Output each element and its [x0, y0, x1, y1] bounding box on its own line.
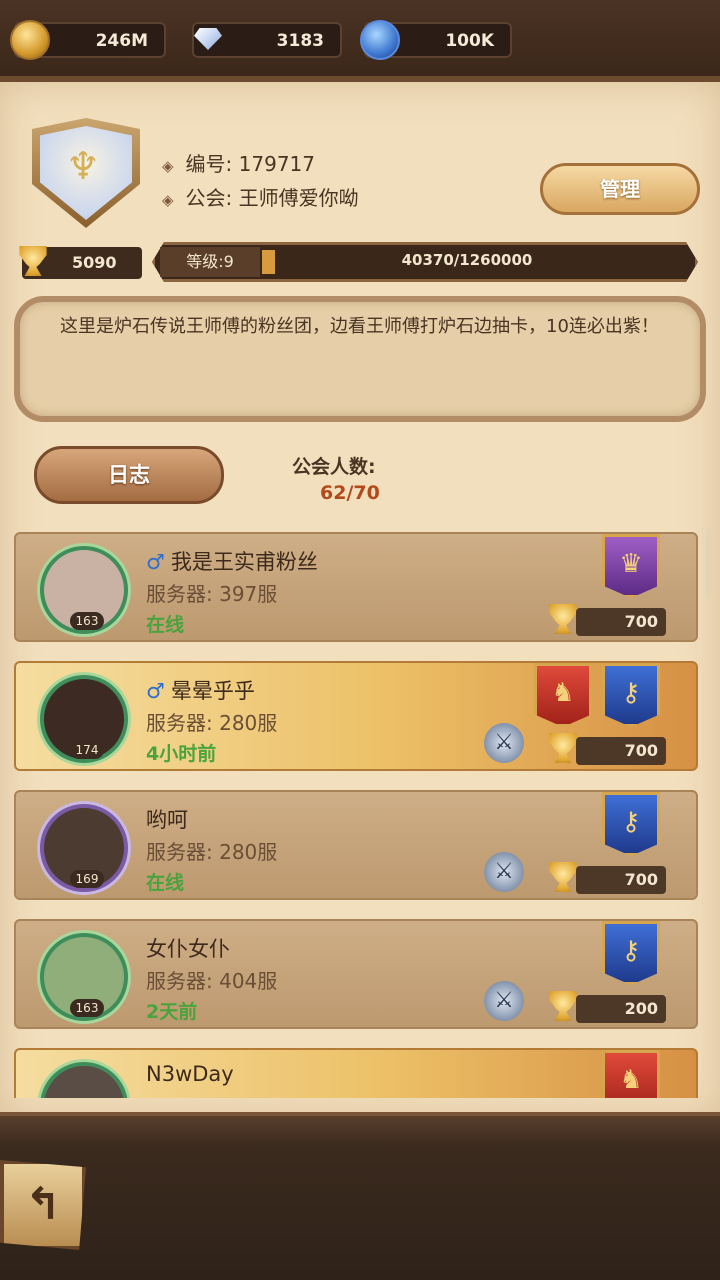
purple-banner-icon: ♛	[602, 534, 660, 598]
guild-description: 这里是炉石传说王师傅的粉丝团，边看王师傅打炉石边抽卡，10连必出紫！	[14, 296, 706, 422]
diamond-bullet-icon: ◈	[162, 191, 174, 209]
trophy-icon	[549, 862, 577, 892]
member-list-scrollbar[interactable]	[706, 528, 712, 598]
log-button[interactable]: 日志	[34, 446, 224, 504]
blue-banner-icon: ⚷	[602, 663, 660, 727]
member-list[interactable]: 163 ♂ 我是王实甫粉丝 服务器: 397服 在线 700 ♛ 174 ♂ 晕晕乎乎 服务器: 2…	[0, 528, 720, 1098]
member-row[interactable]: 174 ♂ 晕晕乎乎服务器: 280服 4小时前 700 ⚔ ♞ ⚷	[14, 661, 698, 771]
member-trophy-score: 200	[576, 995, 666, 1023]
blue-banner-icon: ⚷	[602, 921, 660, 985]
trident-icon: ♆	[66, 144, 101, 188]
member-row[interactable]: N3wDay 服务器: 397服 ♞	[14, 1048, 698, 1098]
blue-banner-icon: ⚷	[602, 792, 660, 856]
crossed-swords-icon: ⚔	[484, 723, 524, 763]
member-row[interactable]: 163 女仆女仆服务器: 404服 2天前 200 ⚔ ⚷	[14, 919, 698, 1029]
gold-counter[interactable]: 246M	[10, 20, 166, 60]
member-name: 女仆女仆	[146, 937, 230, 961]
member-name: ♂ 晕晕乎乎	[146, 679, 255, 703]
crossed-swords-icon: ⚔	[484, 852, 524, 892]
trophy-icon	[549, 991, 577, 1021]
member-status: 2天前	[146, 1001, 198, 1023]
red-banner-icon: ♞	[534, 663, 592, 727]
guild-exp-text: 40370/1260000	[401, 251, 533, 269]
diamond-bullet-icon: ◈	[162, 157, 174, 175]
gold-value: 246M	[95, 31, 148, 51]
member-level-badge: 169	[70, 870, 104, 888]
member-server: 服务器: 397服	[146, 1094, 277, 1098]
member-trophy-score: 700	[576, 737, 666, 765]
scroll-value: 100K	[445, 31, 494, 51]
member-count-value: 62/70	[320, 482, 380, 504]
member-level-badge: 174	[70, 741, 104, 759]
scroll-counter[interactable]: 100K	[360, 20, 512, 60]
member-server: 服务器: 280服	[146, 711, 278, 735]
member-server: 服务器: 280服	[146, 840, 278, 864]
trophy-icon	[549, 604, 577, 634]
guild-id: ◈ 编号: 179717	[162, 148, 315, 177]
member-row[interactable]: 169 哟呵服务器: 280服 在线 700 ⚔ ⚷	[14, 790, 698, 900]
member-trophy-score: 700	[576, 608, 666, 636]
member-status: 在线	[146, 872, 185, 894]
member-status: 4小时前	[146, 743, 217, 765]
gold-coin-icon	[10, 20, 50, 60]
member-count-label: 公会人数:	[292, 456, 376, 478]
trophy-icon	[549, 733, 577, 763]
diamond-icon	[188, 20, 228, 60]
back-button[interactable]: ↰	[0, 1160, 86, 1250]
member-status: 在线	[146, 614, 185, 636]
crossed-swords-icon: ⚔	[484, 981, 524, 1021]
member-name: N3wDay	[146, 1062, 234, 1086]
summon-scroll-icon	[360, 20, 400, 60]
male-icon: ♂	[146, 550, 165, 574]
member-server: 服务器: 397服	[146, 582, 278, 606]
member-server: 服务器: 404服	[146, 969, 278, 993]
back-arrow-icon: ↰	[24, 1179, 62, 1230]
red-banner-icon: ♞	[602, 1050, 660, 1098]
guild-id-text: 编号: 179717	[185, 152, 315, 176]
member-name: 哟呵	[146, 808, 188, 832]
male-icon: ♂	[146, 679, 165, 703]
bottom-bar	[0, 1112, 720, 1280]
member-level-badge: 163	[70, 612, 104, 630]
guild-trophy-value: 5090	[72, 253, 117, 272]
guild-level: 等级:9	[160, 247, 260, 277]
gem-value: 3183	[276, 31, 324, 51]
manage-button[interactable]: 管理	[540, 163, 700, 215]
resource-bar: 246M 3183 100K	[0, 0, 720, 82]
member-name: ♂ 我是王实甫粉丝	[146, 550, 318, 574]
gem-counter[interactable]: 3183	[192, 22, 342, 58]
guild-name: ◈ 公会: 王师傅爱你呦	[162, 182, 359, 211]
member-trophy-score: 700	[576, 866, 666, 894]
member-avatar[interactable]	[40, 1062, 128, 1098]
member-row[interactable]: 163 ♂ 我是王实甫粉丝 服务器: 397服 在线 700 ♛	[14, 532, 698, 642]
guild-name-text: 公会: 王师傅爱你呦	[185, 186, 359, 210]
member-level-badge: 163	[70, 999, 104, 1017]
